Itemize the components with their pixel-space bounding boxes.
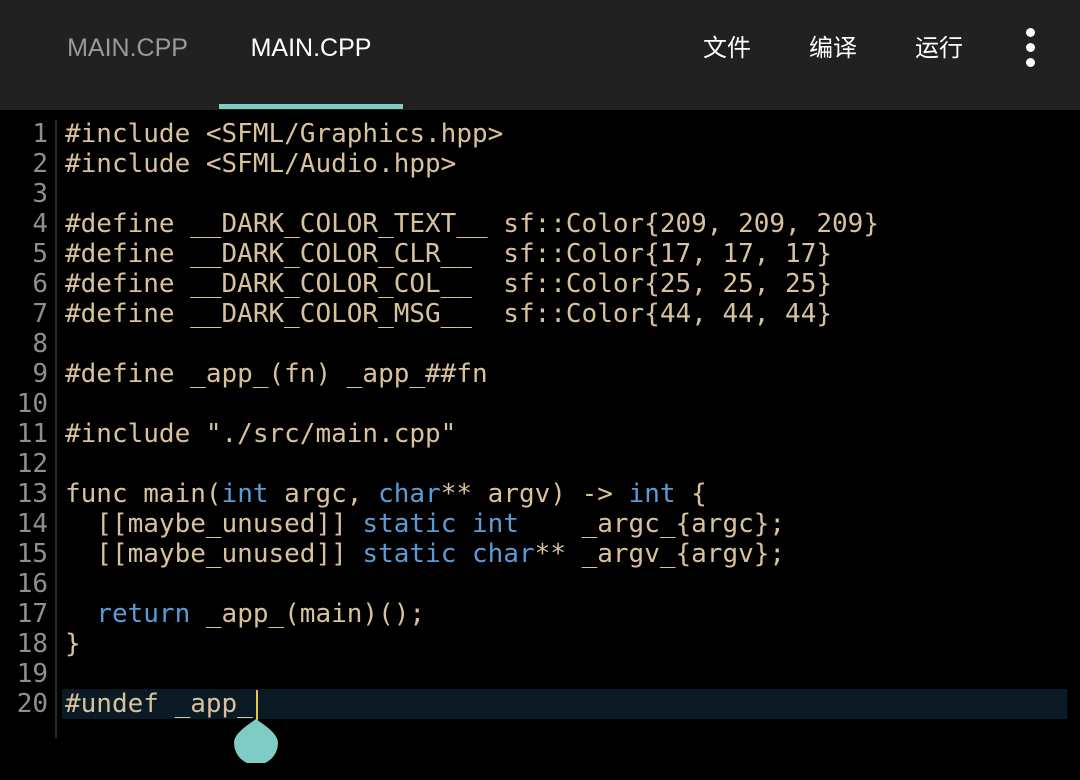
- line-number: 2: [32, 149, 48, 179]
- code-line[interactable]: 2 #include <SFML/Audio.hpp>: [0, 149, 1080, 179]
- code-token: }: [65, 629, 81, 659]
- code-token: #undef _app_: [65, 689, 253, 719]
- code-token: _argc_{argc};: [518, 509, 786, 539]
- run-menu-button[interactable]: 运行: [915, 0, 963, 96]
- code-text: [[maybe_unused]] static int _argc_{argc}…: [65, 509, 785, 539]
- code-token: #define __DARK_COLOR_MSG__ sf::Color{44,…: [65, 299, 833, 329]
- code-text: [[maybe_unused]] static char** _argv_{ar…: [65, 539, 785, 569]
- line-number: 11: [16, 419, 48, 449]
- code-keyword: char: [378, 479, 441, 509]
- code-token: ** _argv_{argv};: [534, 539, 786, 569]
- code-text: #include <SFML/Graphics.hpp>: [65, 119, 503, 149]
- active-tab-indicator: [219, 104, 403, 109]
- selection-handle-icon[interactable]: [234, 713, 278, 763]
- line-number: 13: [16, 479, 48, 509]
- code-text: #define _app_(fn) _app_##fn: [65, 359, 488, 389]
- code-line[interactable]: 15 [[maybe_unused]] static char** _argv_…: [0, 539, 1080, 569]
- code-line[interactable]: 18}: [0, 629, 1080, 659]
- line-number: 3: [32, 179, 48, 209]
- line-number: 8: [32, 329, 48, 359]
- code-line[interactable]: 11 #include "./src/main.cpp": [0, 419, 1080, 449]
- code-line[interactable]: 1 #include <SFML/Graphics.hpp>: [0, 119, 1080, 149]
- code-line[interactable]: 12: [0, 449, 1080, 479]
- code-text: #include <SFML/Audio.hpp>: [65, 149, 456, 179]
- line-number: 17: [16, 599, 48, 629]
- code-text: #include "./src/main.cpp": [65, 419, 456, 449]
- line-number: 1: [32, 119, 48, 149]
- code-token: {: [675, 479, 707, 509]
- code-keyword: int: [472, 509, 519, 539]
- code-keyword: int: [221, 479, 269, 509]
- line-number: 20: [16, 689, 48, 719]
- line-number: 16: [16, 569, 48, 599]
- code-token: #include <SFML/Audio.hpp>: [65, 149, 457, 179]
- code-line[interactable]: 16: [0, 569, 1080, 599]
- line-number: 18: [16, 629, 48, 659]
- line-number: 19: [16, 659, 48, 689]
- code-token: func main(: [65, 479, 222, 509]
- code-keyword: static: [362, 509, 457, 539]
- code-text: return _app_(main)();: [65, 599, 425, 629]
- code-line[interactable]: 6 #define __DARK_COLOR_COL__ sf::Color{25…: [0, 269, 1080, 299]
- code-line[interactable]: 14 [[maybe_unused]] static int _argc_{ar…: [0, 509, 1080, 539]
- tab-main-cpp-1[interactable]: MAIN.CPP: [40, 0, 215, 110]
- line-number: 6: [32, 269, 48, 299]
- line-number: 12: [16, 449, 48, 479]
- file-menu-button[interactable]: 文件: [703, 0, 751, 96]
- line-number: 5: [32, 239, 48, 269]
- code-token: [[maybe_unused]]: [65, 539, 363, 569]
- line-number: 15: [16, 539, 48, 569]
- line-number: 10: [16, 389, 48, 419]
- code-line[interactable]: 7 #define __DARK_COLOR_MSG__ sf::Color{44…: [0, 299, 1080, 329]
- code-token: #define _app_(fn) _app_##fn: [65, 359, 488, 389]
- code-editor[interactable]: 1 #include <SFML/Graphics.hpp> 2 #include <…: [0, 110, 1080, 780]
- code-token: argc,: [268, 479, 379, 509]
- code-keyword: return: [96, 599, 191, 629]
- code-token: _app_(main)();: [190, 599, 426, 629]
- code-text: }: [65, 629, 81, 659]
- code-token: #include <SFML/Graphics.hpp>: [65, 119, 504, 149]
- code-line[interactable]: 8: [0, 329, 1080, 359]
- line-number: 7: [32, 299, 48, 329]
- code-line[interactable]: 20 #undef _app_: [0, 689, 1080, 719]
- code-token: ** argv) ->: [440, 479, 629, 509]
- tab-main-cpp-2[interactable]: MAIN.CPP: [219, 0, 403, 110]
- code-token: #define __DARK_COLOR_TEXT__ sf::Color{20…: [65, 209, 879, 239]
- code-token: #include "./src/main.cpp": [65, 419, 457, 449]
- line-number: 14: [16, 509, 48, 539]
- top-app-bar: MAIN.CPP MAIN.CPP 文件 编译 运行: [0, 0, 1080, 110]
- line-number: 9: [32, 359, 48, 389]
- code-text: #define __DARK_COLOR_TEXT__ sf::Color{20…: [65, 209, 879, 239]
- code-text: #define __DARK_COLOR_COL__ sf::Color{25,…: [65, 269, 832, 299]
- code-text: func main(int argc, char** argv) -> int …: [65, 479, 707, 509]
- code-line[interactable]: 17 return _app_(main)();: [0, 599, 1080, 629]
- code-line[interactable]: 13 func main(int argc, char** argv) -> in…: [0, 479, 1080, 509]
- code-text: #define __DARK_COLOR_MSG__ sf::Color{44,…: [65, 299, 832, 329]
- code-line[interactable]: 19: [0, 659, 1080, 689]
- compile-menu-button[interactable]: 编译: [809, 0, 857, 96]
- code-text: #define __DARK_COLOR_CLR__ sf::Color{17,…: [65, 239, 832, 269]
- code-token: #define __DARK_COLOR_CLR__ sf::Color{17,…: [65, 239, 833, 269]
- code-line[interactable]: 10: [0, 389, 1080, 419]
- code-token: #define __DARK_COLOR_COL__ sf::Color{25,…: [65, 269, 833, 299]
- code-token: [[maybe_unused]]: [65, 509, 363, 539]
- code-line[interactable]: 9 #define _app_(fn) _app_##fn: [0, 359, 1080, 389]
- code-keyword: static: [362, 539, 457, 569]
- code-text: #undef _app_: [65, 689, 253, 719]
- code-keyword: char: [472, 539, 535, 569]
- line-number: 4: [32, 209, 48, 239]
- more-vert-icon[interactable]: [1018, 28, 1044, 68]
- code-line[interactable]: 5 #define __DARK_COLOR_CLR__ sf::Color{17…: [0, 239, 1080, 269]
- code-keyword: int: [628, 479, 676, 509]
- code-line[interactable]: 4 #define __DARK_COLOR_TEXT__ sf::Color{2…: [0, 209, 1080, 239]
- code-line[interactable]: 3: [0, 179, 1080, 209]
